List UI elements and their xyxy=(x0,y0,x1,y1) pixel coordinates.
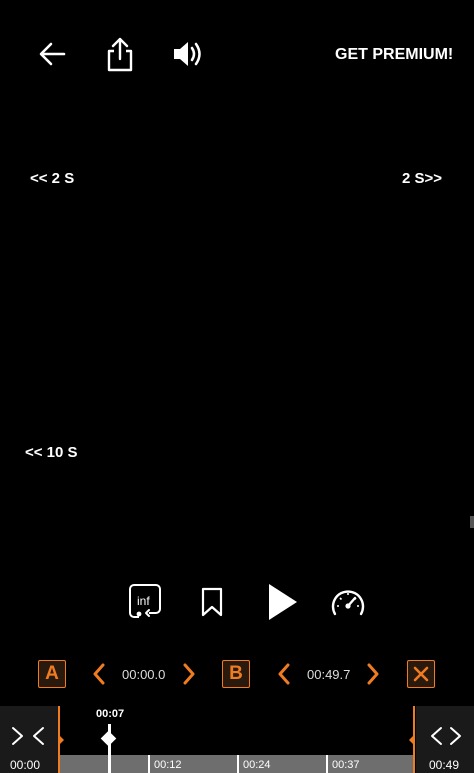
a-decrement-chevron-left-icon[interactable] xyxy=(88,660,110,688)
expand-chevrons-icon xyxy=(431,727,461,745)
a-marker xyxy=(58,734,64,746)
timeline-track[interactable]: 00:12 00:24 00:37 00:07 xyxy=(58,706,415,773)
ruler-tick xyxy=(326,755,328,773)
b-point-time: 00:49.7 xyxy=(307,667,351,682)
ruler-tick xyxy=(237,755,239,773)
ruler-tick-label: 00:24 xyxy=(243,759,271,771)
get-premium-button[interactable]: GET PREMIUM! xyxy=(335,46,453,64)
timeline-ruler: 00:12 00:24 00:37 xyxy=(60,755,413,773)
b-marker xyxy=(409,734,415,746)
ruler-tick xyxy=(148,755,150,773)
share-icon[interactable] xyxy=(100,34,140,74)
a-increment-chevron-right-icon[interactable] xyxy=(178,660,200,688)
b-decrement-chevron-left-icon[interactable] xyxy=(273,660,295,688)
scroll-indicator xyxy=(470,516,474,528)
volume-icon[interactable] xyxy=(168,36,206,72)
ruler-tick-label: 00:37 xyxy=(332,759,360,771)
set-b-point-button[interactable]: B xyxy=(222,660,250,688)
collapse-timeline-button[interactable]: 00:00 xyxy=(0,706,58,773)
playhead-diamond xyxy=(100,730,117,747)
collapse-chevrons-icon xyxy=(12,727,44,745)
loop-button[interactable]: inf xyxy=(127,583,163,621)
current-time-label: 00:07 xyxy=(96,708,125,720)
b-increment-chevron-right-icon[interactable] xyxy=(362,660,384,688)
a-point-time: 00:00.0 xyxy=(122,667,166,682)
play-icon[interactable] xyxy=(262,580,302,624)
speed-gauge-icon[interactable] xyxy=(329,584,367,620)
timeline: 00:00 00:12 00:24 00:37 00:07 00:49 xyxy=(0,706,474,773)
video-area[interactable] xyxy=(0,100,474,560)
ruler-tick-label: 00:12 xyxy=(154,759,182,771)
bookmark-icon[interactable] xyxy=(197,584,227,620)
set-a-point-button[interactable]: A xyxy=(38,660,66,688)
timeline-start-time: 00:00 xyxy=(10,758,41,772)
expand-timeline-button[interactable]: 00:49 xyxy=(416,706,474,773)
timeline-end-time: 00:49 xyxy=(429,758,460,772)
clear-ab-close-icon[interactable] xyxy=(407,660,435,688)
loop-icon-label: inf xyxy=(137,594,150,608)
back-arrow-icon[interactable] xyxy=(34,36,70,72)
